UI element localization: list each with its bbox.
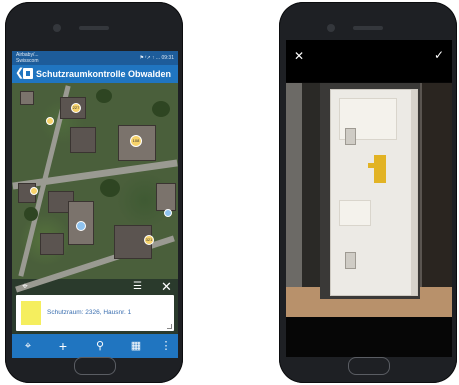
status-indicators: ⚑ ᶠ↗ ↑ ... 09:31 [139,55,174,61]
front-camera [53,24,61,32]
app-logo-icon [23,68,33,79]
home-button[interactable] [74,357,116,375]
carrier-text: Airbaby/... Swisscom [16,52,66,64]
map-marker[interactable]: 227 [71,103,81,113]
front-camera [327,24,335,32]
map-tree [24,207,38,221]
map-building [40,233,64,255]
search-icon[interactable]: ⚲ [92,339,108,353]
list-icon[interactable]: ☰ [133,281,142,293]
map-marker[interactable]: 321 [144,235,154,245]
map-building [20,91,34,105]
location-pin-icon[interactable]: ⌖ [20,281,30,293]
resize-handle-icon[interactable] [167,324,172,329]
map-tree [100,179,120,197]
captured-photo [286,83,452,317]
phone-left: Airbaby/... Swisscom ⚑ ᶠ↗ ↑ ... 09:31 ❮ … [5,2,183,383]
map-marker[interactable] [30,187,38,195]
screen-map-app: Airbaby/... Swisscom ⚑ ᶠ↗ ↑ ... 09:31 ❮ … [12,51,178,358]
door-lock-lever [368,155,386,183]
map-tree [152,101,170,117]
cancel-icon[interactable]: ✕ [294,50,304,62]
map-marker[interactable] [46,117,54,125]
earpiece-speaker [79,26,109,30]
app-bar: ❮ Schutzraumkontrolle Obwalden [12,65,178,83]
door-bolt-top [345,128,356,145]
map-road [12,159,178,190]
map-building [156,183,176,211]
bottom-toolbar: ⌖ + ⚲ ▦ ⋮ [12,334,178,358]
confirm-icon[interactable]: ✓ [434,49,444,61]
photo-wall-left [286,83,302,317]
door-panel [339,200,371,226]
map-building [70,127,96,153]
home-button[interactable] [348,357,390,375]
map-tool-row: ⌖ ☰ ✕ [12,279,178,295]
map-marker[interactable] [76,221,86,231]
layers-icon[interactable]: ▦ [128,339,144,353]
add-icon[interactable]: + [55,339,71,353]
phone-right: ✕ ✓ [279,2,457,383]
map-marker[interactable]: 108 [130,135,142,147]
close-icon[interactable]: ✕ [161,280,172,294]
photo-top-bar: ✕ ✓ [286,40,452,82]
carrier-line-2: Swisscom [16,58,39,64]
app-title: Schutzraumkontrolle Obwalden [36,69,172,79]
status-bar: Airbaby/... Swisscom ⚑ ᶠ↗ ↑ ... 09:31 [12,51,178,65]
shelter-info-text[interactable]: Schutzraum: 2326, Hausnr. 1 [47,309,131,316]
map-marker[interactable] [164,209,172,217]
locate-icon[interactable]: ⌖ [20,339,36,353]
aerial-map[interactable]: 227 108 321 [12,83,178,293]
photo-wall-right [422,83,452,317]
screen-photo-review: ✕ ✓ [286,40,452,357]
photo-shelter-door [330,89,418,296]
info-card[interactable]: Schutzraum: 2326, Hausnr. 1 [16,295,174,331]
door-bolt-bottom [345,252,356,269]
map-tree [96,89,112,103]
shelter-color-swatch [21,301,41,325]
earpiece-speaker [353,26,383,30]
more-icon[interactable]: ⋮ [158,339,174,353]
